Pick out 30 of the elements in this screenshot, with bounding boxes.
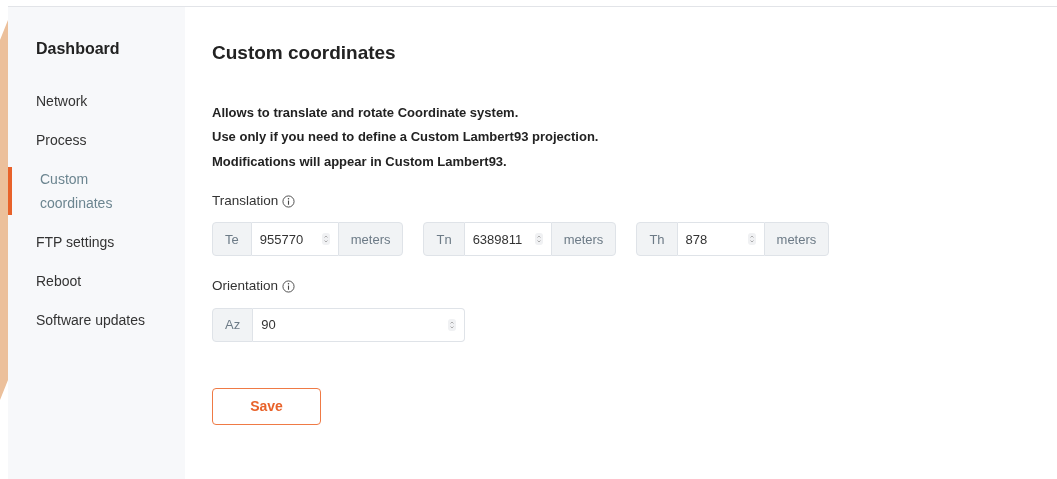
section-label: Orientation bbox=[212, 277, 279, 296]
spinner-icon[interactable] bbox=[448, 318, 457, 331]
page-title: Custom coordinates bbox=[212, 41, 397, 65]
sidebar-item[interactable]: Reboot bbox=[8, 269, 168, 293]
info-icon bbox=[282, 279, 296, 293]
field-prefix: Th bbox=[636, 222, 678, 257]
section-label: Translation bbox=[212, 192, 279, 210]
sidebar-item[interactable]: Network bbox=[8, 89, 168, 113]
field-prefix: Te bbox=[212, 222, 252, 257]
sidebar-item[interactable]: Custom coordinates bbox=[8, 167, 168, 215]
description-text: Modifications will appear in Custom Lambert93. bbox=[212, 152, 508, 171]
description-text: Allows to translate and rotate Coordinate system. bbox=[212, 103, 520, 122]
number-field[interactable]: 955770 bbox=[251, 222, 338, 257]
number-field[interactable]: 878 bbox=[677, 222, 764, 257]
sidebar-item[interactable]: Process bbox=[8, 128, 168, 152]
sidebar-title: Dashboard bbox=[35, 39, 121, 59]
sidebar-item[interactable]: Software updates bbox=[8, 308, 168, 332]
spinner-icon[interactable] bbox=[321, 233, 330, 246]
spinner-icon[interactable] bbox=[534, 233, 543, 246]
field-prefix: Az bbox=[212, 307, 254, 342]
description-text: Use only if you need to define a Custom Lambert93 projection. bbox=[212, 128, 600, 146]
sidebar-item[interactable]: FTP settings bbox=[8, 230, 168, 254]
spinner-icon[interactable] bbox=[747, 233, 756, 246]
number-field[interactable]: 6389811 bbox=[464, 222, 551, 257]
info-icon bbox=[282, 194, 296, 208]
field-suffix: meters bbox=[337, 222, 404, 257]
field-prefix: Tn bbox=[423, 222, 465, 257]
field-suffix: meters bbox=[763, 222, 830, 257]
field-suffix: meters bbox=[550, 222, 617, 257]
number-field[interactable]: 90 bbox=[253, 307, 466, 342]
